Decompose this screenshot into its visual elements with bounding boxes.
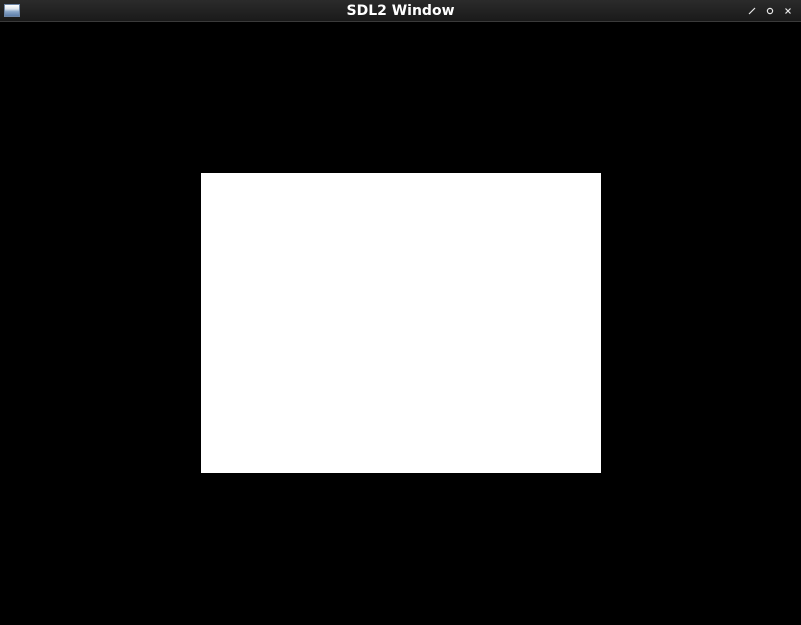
diagonal-resize-icon	[748, 7, 756, 15]
restore-button[interactable]	[761, 3, 779, 19]
window-controls	[743, 3, 797, 19]
maximize-button[interactable]	[743, 3, 761, 19]
close-button[interactable]	[779, 3, 797, 19]
window-title: SDL2 Window	[346, 3, 455, 19]
circle-icon	[766, 7, 774, 15]
app-window-icon[interactable]	[4, 4, 20, 17]
close-icon	[785, 8, 791, 14]
sdl2-window: SDL2 Window	[0, 0, 801, 625]
white-rectangle	[201, 173, 601, 473]
render-canvas[interactable]	[0, 22, 801, 625]
title-bar[interactable]: SDL2 Window	[0, 0, 801, 22]
